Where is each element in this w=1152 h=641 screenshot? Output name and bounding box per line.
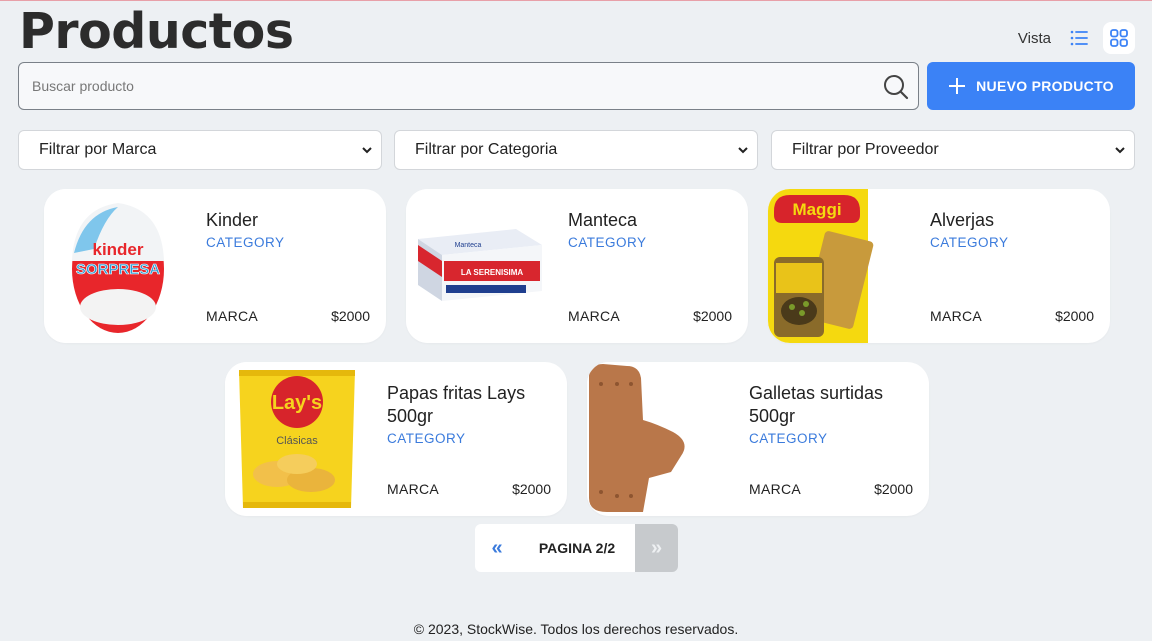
chips-bag-image: Lay's Clásicas <box>225 362 371 516</box>
chevron-down-icon <box>1115 147 1125 154</box>
product-name: Kinder <box>206 210 259 230</box>
list-view-button[interactable] <box>1063 22 1095 54</box>
svg-text:LA SERENISIMA: LA SERENISIMA <box>461 268 524 277</box>
svg-text:Maggi: Maggi <box>792 200 841 219</box>
supplier-filter-select[interactable]: Filtrar por Proveedor <box>771 130 1135 170</box>
product-category: CATEGORY <box>930 235 1009 250</box>
grid-view-button[interactable] <box>1103 22 1135 54</box>
footer-text: © 2023, StockWise. Todos los derechos re… <box>413 621 739 637</box>
page-indicator: PAGINA 2/2 <box>519 524 635 572</box>
category-filter-select[interactable]: Filtrar por Categoria <box>394 130 758 170</box>
product-category: CATEGORY <box>387 431 466 446</box>
product-name: Manteca <box>568 210 638 230</box>
svg-text:kinder: kinder <box>92 240 143 259</box>
product-category: CATEGORY <box>206 235 285 250</box>
search-icon[interactable] <box>882 73 910 101</box>
next-page-button[interactable]: » <box>635 524 678 572</box>
product-price: $2000 <box>512 481 551 497</box>
product-card[interactable]: Lay's Clásicas Papas fritas Lays 500gr C… <box>225 362 567 516</box>
product-brand: MARCA <box>568 308 621 324</box>
svg-text:Clásicas: Clásicas <box>276 435 318 447</box>
product-price: $2000 <box>1055 308 1094 324</box>
product-category: CATEGORY <box>749 431 828 446</box>
supplier-filter-label: Filtrar por Proveedor <box>792 141 939 158</box>
search-input[interactable] <box>19 63 918 109</box>
grid-icon <box>1110 29 1128 47</box>
brand-filter-select[interactable]: Filtrar por Marca <box>18 130 382 170</box>
page-title: Productos <box>19 3 294 60</box>
product-brand: MARCA <box>387 481 440 497</box>
product-card[interactable]: LA SERENISIMA Manteca Manteca CATEGORY M… <box>406 189 748 343</box>
product-card[interactable]: kinder SORPRESA Kinder CATEGORY MARCA $2… <box>44 189 386 343</box>
product-category: CATEGORY <box>568 235 647 250</box>
product-card[interactable]: Maggi Alverjas CATEGORY MARCA $2000 <box>768 189 1110 343</box>
svg-text:Lay's: Lay's <box>272 392 322 414</box>
product-price: $2000 <box>331 308 370 324</box>
prev-page-button[interactable]: « <box>475 524 519 572</box>
product-name: Alverjas <box>930 210 995 230</box>
butter-pack-image: LA SERENISIMA Manteca <box>406 189 552 343</box>
product-brand: MARCA <box>930 308 983 324</box>
pagination: « PAGINA 2/2 » <box>475 524 678 572</box>
category-filter-label: Filtrar por Categoria <box>415 141 558 158</box>
svg-text:SORPRESA: SORPRESA <box>76 261 160 278</box>
view-label: Vista <box>1017 29 1051 47</box>
product-card[interactable]: Galletas surtidas 500gr CATEGORY MARCA $… <box>587 362 929 516</box>
maggi-jar-image: Maggi <box>768 189 914 343</box>
new-product-button[interactable]: NUEVO PRODUCTO <box>927 62 1135 110</box>
list-icon <box>1070 30 1088 46</box>
kinder-egg-image: kinder SORPRESA <box>44 189 190 343</box>
view-toggle: Vista <box>1018 22 1135 54</box>
chevron-down-icon <box>362 147 372 154</box>
brand-filter-label: Filtrar por Marca <box>39 141 157 158</box>
new-product-label: NUEVO PRODUCTO <box>976 78 1114 94</box>
product-price: $2000 <box>693 308 732 324</box>
product-brand: MARCA <box>749 481 802 497</box>
product-price: $2000 <box>874 481 913 497</box>
chevron-down-icon <box>738 147 748 154</box>
product-name: Galletas surtidas 500gr <box>749 383 884 426</box>
plus-icon <box>949 78 966 94</box>
cookie-image <box>587 362 733 516</box>
product-brand: MARCA <box>206 308 259 324</box>
svg-text:Manteca: Manteca <box>455 242 482 249</box>
search-box <box>18 62 919 110</box>
product-name: Papas fritas Lays 500gr <box>387 383 526 426</box>
